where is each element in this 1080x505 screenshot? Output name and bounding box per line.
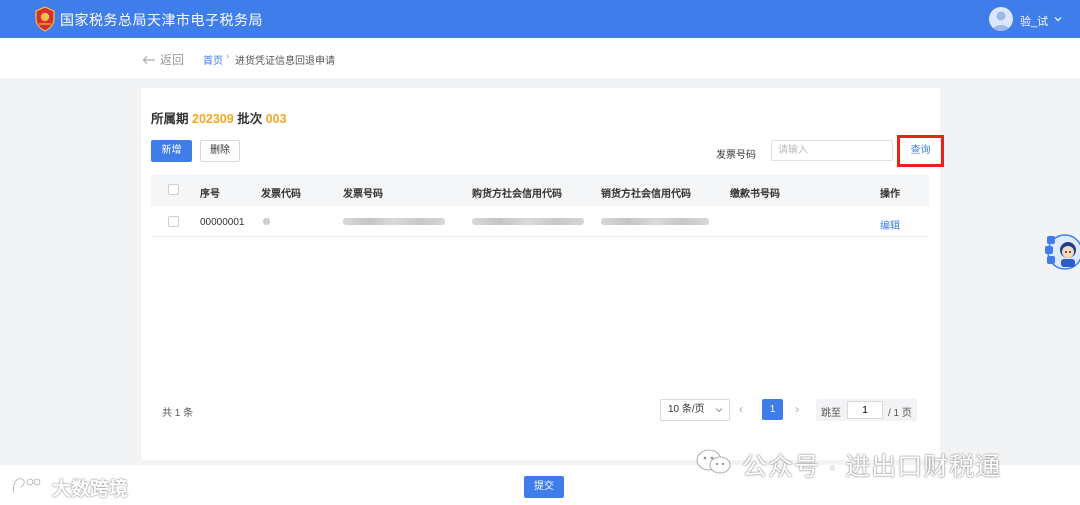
table-header: 序号 发票代码 发票号码 购货方社会信用代码 销货方社会信用代码 缴款书号码 操… bbox=[151, 174, 929, 206]
watermark-left: 大数跨境 bbox=[52, 479, 129, 500]
jump-label: 跳至 bbox=[821, 408, 841, 419]
watermark-right: 公众号 · 进出口财税通 bbox=[742, 453, 1002, 481]
watermark-logo-icon bbox=[12, 477, 41, 494]
query-button[interactable]: 查询 bbox=[897, 135, 944, 167]
table-row: 00000001 编辑 bbox=[151, 206, 929, 237]
invoice-number-input[interactable] bbox=[771, 140, 893, 161]
top-bar: 国家税务总局天津市电子税务局 验_试 bbox=[0, 0, 1080, 38]
wechat-icon bbox=[696, 449, 731, 474]
delete-button[interactable]: 删除 bbox=[200, 140, 240, 162]
breadcrumb-bar: 返回 首页 › 进货凭证信息回退申请 bbox=[0, 38, 1080, 78]
col-action: 操作 bbox=[880, 189, 900, 200]
chevron-down-icon bbox=[715, 408, 723, 413]
redacted-invoice-code bbox=[263, 218, 270, 225]
row-seq: 00000001 bbox=[200, 217, 245, 228]
col-buyer-credit-code: 购货方社会信用代码 bbox=[472, 189, 562, 200]
batch-label: 批次 bbox=[237, 112, 263, 126]
helper-robot-icon[interactable] bbox=[1039, 232, 1080, 272]
col-invoice-number: 发票号码 bbox=[343, 189, 383, 200]
total-pages: / 1 页 bbox=[888, 408, 912, 419]
chevron-left-icon[interactable]: ‹ bbox=[739, 402, 743, 416]
breadcrumb-home[interactable]: 首页 bbox=[203, 52, 223, 67]
select-all-checkbox[interactable] bbox=[168, 184, 179, 195]
site-title: 国家税务总局天津市电子税务局 bbox=[60, 12, 263, 28]
redacted-seller-credit-code bbox=[601, 218, 709, 225]
back-button[interactable]: 返回 bbox=[142, 51, 184, 68]
total-count: 共 1 条 bbox=[162, 408, 194, 419]
invoice-number-label: 发票号码 bbox=[716, 150, 756, 161]
period-heading: 所属期 202309 批次 003 bbox=[151, 108, 287, 127]
redacted-buyer-credit-code bbox=[472, 218, 584, 225]
invoice-table: 序号 发票代码 发票号码 购货方社会信用代码 销货方社会信用代码 缴款书号码 操… bbox=[151, 174, 929, 237]
breadcrumb-current: 进货凭证信息回退申请 bbox=[235, 56, 335, 67]
emblem-icon bbox=[35, 6, 55, 32]
col-invoice-code: 发票代码 bbox=[261, 189, 301, 200]
user-name[interactable]: 验_试 bbox=[1020, 13, 1048, 29]
back-label: 返回 bbox=[160, 53, 185, 67]
col-seller-credit-code: 销货方社会信用代码 bbox=[601, 189, 691, 200]
user-avatar-icon[interactable] bbox=[989, 7, 1013, 31]
breadcrumb-separator: › bbox=[226, 51, 230, 62]
page-size-value: 10 条/页 bbox=[668, 404, 705, 415]
submit-button[interactable]: 提交 bbox=[524, 476, 564, 498]
chevron-right-icon[interactable]: › bbox=[795, 402, 799, 416]
user-silhouette-icon bbox=[992, 11, 1010, 31]
main-card: 所属期 202309 批次 003 新增 删除 发票号码 查询 序号 发票代码 … bbox=[141, 88, 944, 460]
batch-value: 003 bbox=[265, 112, 287, 126]
page-number-current[interactable]: 1 bbox=[762, 399, 783, 420]
page-jumper: 跳至 / 1 页 bbox=[816, 399, 917, 421]
col-payment-number: 缴款书号码 bbox=[730, 189, 780, 200]
col-seq: 序号 bbox=[200, 189, 220, 200]
edit-link[interactable]: 编辑 bbox=[880, 217, 900, 232]
add-button[interactable]: 新增 bbox=[151, 140, 192, 162]
period-label: 所属期 bbox=[151, 112, 189, 126]
period-value: 202309 bbox=[192, 112, 234, 126]
back-arrow-icon bbox=[142, 56, 155, 64]
page-size-select[interactable]: 10 条/页 bbox=[660, 399, 730, 421]
redacted-invoice-number bbox=[343, 218, 445, 225]
row-checkbox[interactable] bbox=[168, 216, 179, 227]
chevron-down-icon[interactable] bbox=[1053, 14, 1063, 24]
jump-page-input[interactable] bbox=[847, 401, 883, 419]
